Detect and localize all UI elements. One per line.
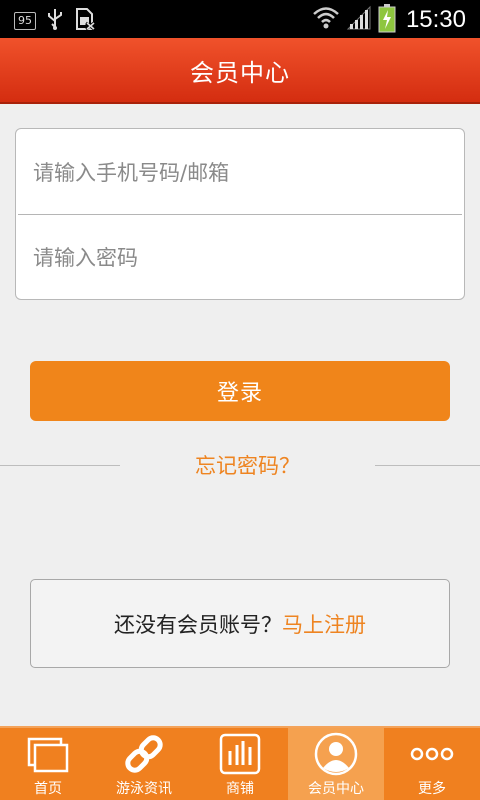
nav-item-store[interactable]: 商铺	[192, 728, 288, 800]
nav-item-member-center[interactable]: 会员中心	[288, 728, 384, 800]
password-input[interactable]	[33, 246, 462, 270]
register-link[interactable]: 马上注册	[282, 609, 366, 639]
divider-left	[0, 465, 120, 466]
login-button[interactable]: 登录	[30, 361, 450, 421]
link-icon	[122, 732, 166, 776]
nav-item-home[interactable]: 首页	[0, 728, 96, 800]
sim-icon	[74, 7, 96, 35]
forgot-password-link[interactable]: 忘记密码？	[120, 452, 375, 480]
field-divider	[18, 214, 462, 215]
store-icon	[218, 732, 262, 776]
divider-right	[375, 465, 480, 466]
page-title: 会员中心	[190, 58, 290, 87]
login-form	[15, 128, 465, 300]
nav-item-swim-news[interactable]: 游泳资讯	[96, 728, 192, 800]
notification-badge: 95	[14, 12, 36, 30]
register-prompt-text: 还没有会员账号？	[114, 612, 282, 637]
home-icon	[26, 732, 70, 776]
status-bar: 95 15:30	[0, 0, 480, 38]
nav-label-home: 首页	[34, 781, 62, 797]
nav-label-swim-news: 游泳资讯	[116, 781, 172, 797]
password-field	[33, 218, 462, 298]
wifi-icon	[312, 5, 340, 35]
account-field	[33, 133, 462, 213]
battery-charging-icon	[378, 3, 396, 37]
member-icon	[314, 732, 358, 776]
nav-item-more[interactable]: 更多	[384, 728, 480, 800]
signal-icon	[346, 5, 372, 35]
bottom-nav: 首页 游泳资讯 商铺 会员中心 更多	[0, 726, 480, 800]
nav-label-more: 更多	[418, 781, 446, 797]
nav-label-store: 商铺	[226, 781, 254, 797]
register-prompt: 还没有会员账号？ 马上注册	[30, 579, 450, 668]
usb-icon	[46, 7, 64, 35]
nav-label-member-center: 会员中心	[308, 781, 364, 797]
more-icon	[410, 732, 454, 776]
clock: 15:30	[405, 6, 466, 33]
account-input[interactable]	[33, 161, 462, 185]
title-bar: 会员中心	[0, 38, 480, 104]
